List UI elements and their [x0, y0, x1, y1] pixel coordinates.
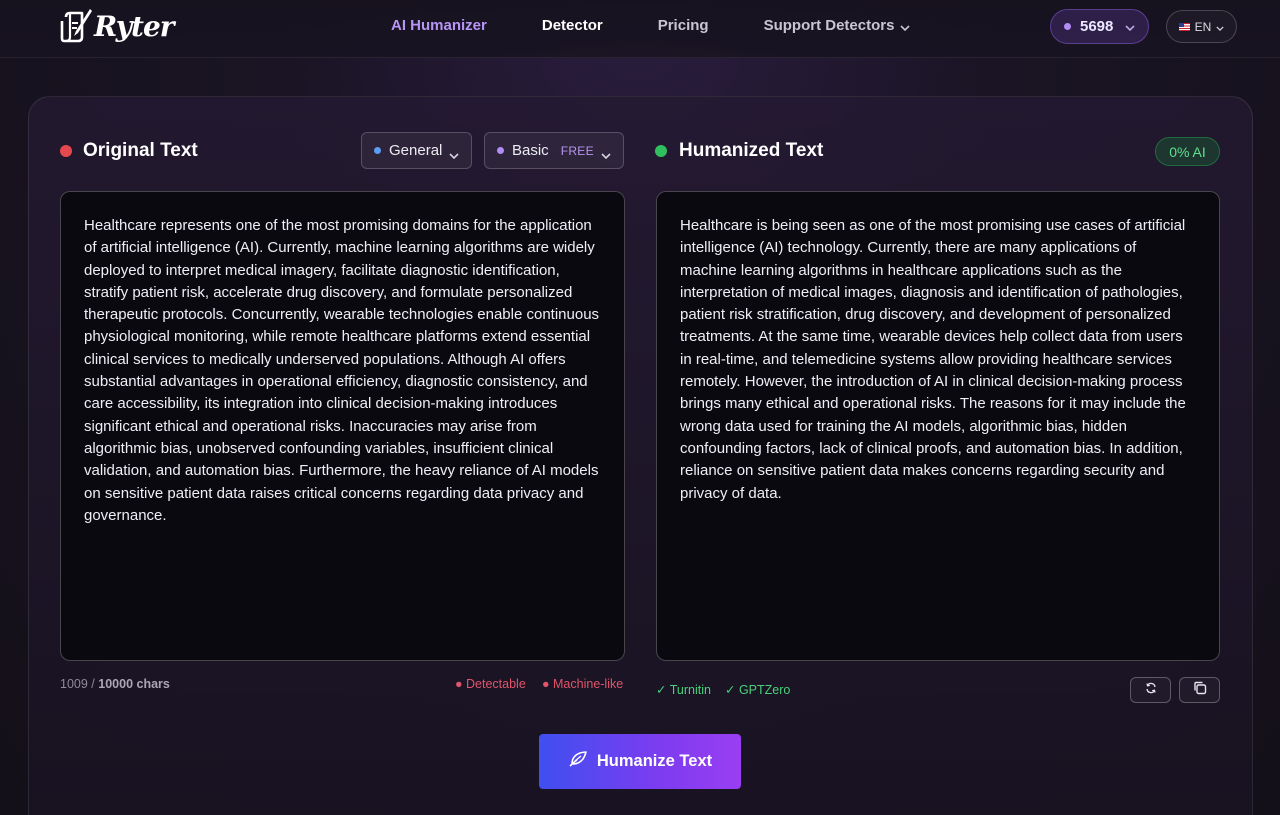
mode-select-value: General: [389, 142, 443, 159]
flag-detectable: ● Detectable: [455, 677, 526, 691]
nav-support-detectors[interactable]: Support Detectors: [764, 17, 911, 35]
copy-button[interactable]: [1179, 677, 1220, 703]
basic-dot-icon: [497, 147, 504, 154]
ai-score-badge: 0% AI: [1155, 137, 1220, 166]
refresh-icon: [1145, 681, 1157, 699]
chevron-down-icon: [900, 18, 911, 35]
char-count: 1009: [60, 677, 88, 691]
humanize-text-label: Humanize Text: [596, 752, 713, 770]
language-label: EN: [1194, 19, 1212, 34]
us-flag-icon: [1178, 22, 1190, 31]
mode-select[interactable]: General: [361, 132, 472, 169]
humanized-title: Humanized Text: [679, 140, 824, 161]
nav-ai-humanizer[interactable]: AI Humanizer: [391, 17, 487, 34]
chevron-down-icon: [1216, 20, 1224, 34]
chevron-down-icon: [449, 146, 459, 163]
nav-links: AI Humanizer Detector Pricing Support De…: [391, 17, 965, 35]
nav-pricing[interactable]: Pricing: [658, 17, 709, 34]
top-navbar: Ryter AI Humanizer Detector Pricing Supp…: [0, 0, 1280, 58]
regenerate-button[interactable]: [1130, 677, 1171, 703]
general-dot-icon: [374, 147, 381, 154]
char-counter: 1009 / 10000 chars: [60, 677, 170, 691]
brand-name: Ryter: [94, 9, 175, 43]
free-badge: FREE: [560, 143, 594, 158]
language-selector[interactable]: EN: [1166, 10, 1237, 43]
level-select-value: Basic: [512, 142, 549, 159]
check-turnitin: ✓ Turnitin: [656, 683, 711, 697]
credits-count: 5698: [1080, 18, 1114, 35]
original-status-dot: [60, 145, 72, 157]
level-select[interactable]: Basic FREE: [484, 132, 624, 169]
feather-icon: [568, 750, 597, 773]
logo-icon: [60, 7, 92, 45]
copy-icon: [1193, 681, 1207, 700]
flag-machine-like: ● Machine-like: [542, 677, 624, 691]
chevron-down-icon: [601, 146, 611, 163]
credits-dot-icon: [1064, 23, 1071, 30]
credits-dropdown[interactable]: 5698: [1050, 9, 1149, 44]
original-title: Original Text: [83, 140, 198, 161]
original-text-input[interactable]: Healthcare represents one of the most pr…: [60, 191, 625, 661]
char-limit: 10000 chars: [98, 677, 170, 691]
chevron-down-icon: [1125, 18, 1135, 35]
char-separator: /: [91, 677, 95, 691]
nav-support-detectors-label: Support Detectors: [763, 17, 895, 34]
nav-detector[interactable]: Detector: [542, 17, 603, 34]
humanize-text-button[interactable]: Humanize Text: [539, 734, 741, 789]
brand-logo[interactable]: Ryter: [60, 4, 175, 48]
check-gptzero: ✓ GPTZero: [725, 683, 791, 697]
humanized-status-dot: [655, 145, 667, 157]
humanized-text-output[interactable]: Healthcare is being seen as one of the m…: [656, 191, 1220, 661]
